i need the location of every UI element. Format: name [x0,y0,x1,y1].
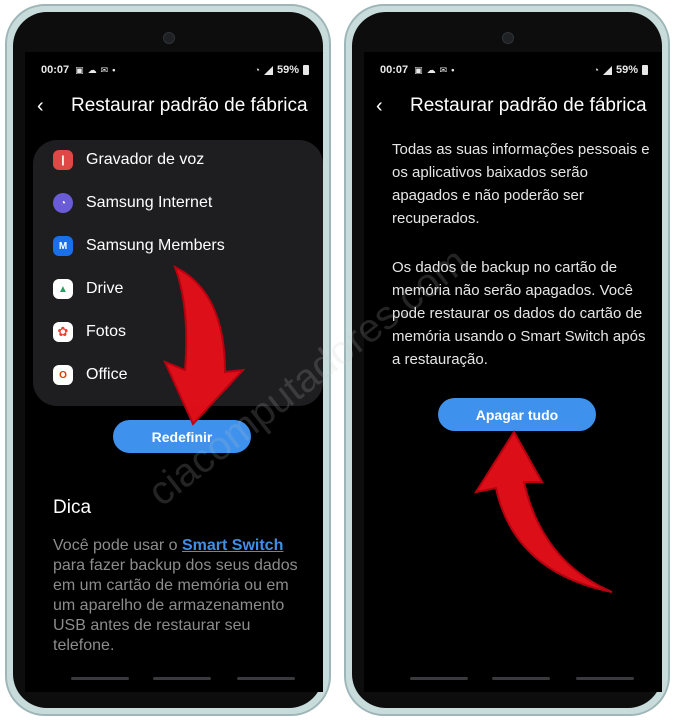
battery-percent: 59% [276,64,299,76]
app-name: Samsung Internet [86,194,213,211]
back-arrow-icon[interactable]: ‹ [37,95,59,118]
nav-bar [364,677,662,680]
photos-icon: ✿ [53,322,73,342]
image-icon: ▣ [414,64,423,75]
mail-icon: ✉ [100,64,109,75]
image-icon: ▣ [75,64,84,75]
list-item: ◔ Samsung Internet [53,191,212,215]
front-camera [502,32,514,44]
battery-icon [642,65,648,75]
app-name: Fotos [86,323,127,340]
list-item: ✿ Fotos [53,320,126,344]
screen-left: 00:07 ▣ ☁ ✉ • ◔ 59% ‹ Restaurar padrão d… [25,52,323,692]
app-bar: ‹ Restaurar padrão de fábrica [376,90,654,122]
dot-icon: • [451,65,455,75]
phone-right: 00:07 ▣ ☁ ✉ • ◔ 59% ‹ Restaurar padrão d… [344,4,670,716]
app-name: Drive [86,280,124,297]
app-list: ❙ Gravador de voz ◔ Samsung Internet M S… [33,140,323,406]
status-time: 00:07 [41,64,70,76]
screen-right: 00:07 ▣ ☁ ✉ • ◔ 59% ‹ Restaurar padrão d… [364,52,662,692]
app-bar: ‹ Restaurar padrão de fábrica [37,90,315,122]
signal-icon [602,65,612,75]
mail-icon: ✉ [439,64,448,75]
reset-button[interactable]: Redefinir [113,420,251,453]
tip-text: Você pode usar o Smart Switch para fazer… [53,537,298,654]
status-time: 00:07 [380,64,409,76]
samsung-members-icon: M [53,236,73,256]
tip-title: Dica [53,497,92,518]
status-bar: 00:07 ▣ ☁ ✉ • ◔ 59% [380,62,648,78]
recorder-icon: ❙ [53,150,73,170]
battery-percent: 59% [615,64,638,76]
cloud-icon: ☁ [426,64,436,75]
page-title: Restaurar padrão de fábrica [410,95,647,116]
status-bar: 00:07 ▣ ☁ ✉ • ◔ 59% [41,62,309,78]
warning-text-2: Os dados de backup no cartão de memória … [392,259,646,368]
smart-switch-link[interactable]: Smart Switch [182,537,283,554]
nav-back[interactable] [237,677,295,680]
erase-all-button[interactable]: Apagar tudo [438,398,596,431]
nav-recents[interactable] [410,677,468,680]
phone-bezel: 00:07 ▣ ☁ ✉ • ◔ 59% ‹ Restaurar padrão d… [13,12,323,708]
back-arrow-icon[interactable]: ‹ [376,95,398,118]
signal-icon [263,65,273,75]
cloud-icon: ☁ [87,64,97,75]
nav-home[interactable] [492,677,550,680]
page-title: Restaurar padrão de fábrica [71,95,308,116]
list-item: ▲ Drive [53,277,123,301]
phone-bezel: 00:07 ▣ ☁ ✉ • ◔ 59% ‹ Restaurar padrão d… [352,12,662,708]
phone-left: 00:07 ▣ ☁ ✉ • ◔ 59% ‹ Restaurar padrão d… [5,4,331,716]
drive-icon: ▲ [53,279,73,299]
nav-back[interactable] [576,677,634,680]
nav-recents[interactable] [71,677,129,680]
app-name: Gravador de voz [86,151,205,168]
battery-icon [303,65,309,75]
wifi-icon: ◔ [254,65,260,75]
list-item: ❙ Gravador de voz [53,148,204,172]
app-name: Office [86,366,128,383]
samsung-internet-icon: ◔ [53,193,73,213]
warning-text-1: Todas as suas informações pessoais e os … [392,141,650,227]
list-item: O Office [53,363,128,387]
nav-home[interactable] [153,677,211,680]
list-item: M Samsung Members [53,234,225,258]
office-icon: O [53,365,73,385]
wifi-icon: ◔ [593,65,599,75]
app-name: Samsung Members [86,237,225,254]
nav-bar [25,677,323,680]
dot-icon: • [112,65,116,75]
front-camera [163,32,175,44]
